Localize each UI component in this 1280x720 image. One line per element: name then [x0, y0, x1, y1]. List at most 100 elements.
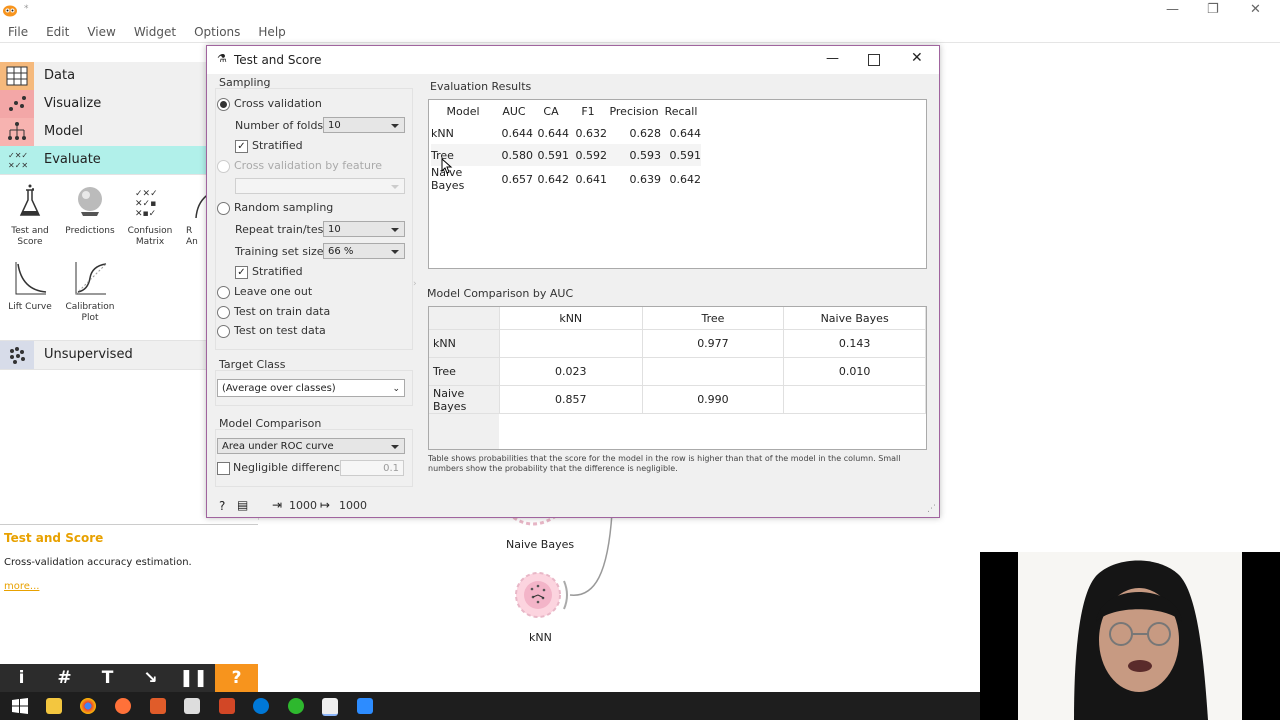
test-on-train-label: Test on train data: [234, 305, 331, 318]
close-icon[interactable]: ✕: [911, 50, 923, 66]
test-on-test-radio[interactable]: [217, 325, 230, 338]
evaluate-grid-icon: ✓✕✓ ✕✓✕: [0, 146, 34, 174]
table-row[interactable]: Tree 0.580 0.591 0.592 0.593 0.591: [431, 144, 701, 166]
evaluation-results-table[interactable]: Model AUC CA F1 Precision Recall kNN 0.6…: [428, 99, 927, 269]
help-icon[interactable]: ?: [219, 499, 225, 513]
scatter-icon: [0, 90, 34, 118]
folds-select[interactable]: 10: [323, 117, 405, 133]
knn-widget-icon: [515, 572, 568, 618]
auc-value: 0.580: [501, 148, 534, 162]
menu-view[interactable]: View: [87, 22, 115, 42]
tool-confusion-matrix[interactable]: ✓✕✓ ✕✓▪ ✕▪✓ Confusion Matrix: [120, 184, 180, 248]
table-row[interactable]: Naive Bayes 0.857 0.990: [429, 385, 926, 414]
column-header-tree: Tree: [642, 307, 785, 330]
negligible-checkbox[interactable]: [217, 462, 230, 475]
menu-widget[interactable]: Widget: [134, 22, 176, 42]
minimize-icon[interactable]: —: [1166, 2, 1179, 17]
evaluation-table: Model AUC CA F1 Precision Recall kNN 0.6…: [431, 100, 701, 192]
target-class-select[interactable]: (Average over classes) ⌄: [217, 379, 405, 397]
report-icon[interactable]: ▤: [237, 498, 248, 512]
chevron-down-icon: ⌄: [392, 384, 400, 394]
column-header-model[interactable]: Model: [431, 100, 495, 122]
edge-icon[interactable]: [253, 698, 269, 714]
comparison-cell: 0.977: [642, 329, 785, 358]
restore-icon[interactable]: ❐: [1207, 2, 1219, 17]
lift-curve-icon: [15, 262, 47, 295]
close-icon[interactable]: ✕: [1250, 2, 1261, 17]
app-icon[interactable]: [150, 698, 166, 714]
document-icon[interactable]: [322, 698, 338, 716]
cross-validation-radio[interactable]: [217, 98, 230, 111]
flask-icon: [19, 184, 41, 216]
splitter-handle-icon[interactable]: ›: [413, 279, 417, 289]
feature-select[interactable]: [235, 178, 405, 194]
comparison-metric-select[interactable]: Area under ROC curve: [217, 438, 405, 454]
firefox-icon[interactable]: [115, 698, 131, 714]
help-more-link[interactable]: more...: [4, 581, 39, 592]
column-header-ca[interactable]: CA: [533, 100, 569, 122]
output-icon: ↦: [320, 498, 331, 512]
knn-node[interactable]: [512, 571, 568, 619]
grid-icon[interactable]: #: [43, 664, 86, 692]
random-sampling-radio[interactable]: [217, 202, 230, 215]
stratified-checkbox[interactable]: ✓: [235, 140, 248, 153]
svg-text:✓✕✓: ✓✕✓: [8, 151, 28, 160]
maximize-icon[interactable]: [868, 54, 880, 66]
column-header-f1[interactable]: F1: [569, 100, 607, 122]
text-annotation-icon[interactable]: T: [86, 664, 129, 692]
comparison-table-box[interactable]: kNN Tree Naive Bayes kNN 0.977 0.143 Tre…: [428, 306, 927, 450]
resize-grip-icon[interactable]: ⋰: [927, 504, 936, 514]
comparison-cell: [642, 357, 785, 386]
table-row[interactable]: Naive Bayes 0.657 0.642 0.641 0.639 0.64…: [431, 166, 701, 192]
comparison-cell: 0.990: [642, 385, 785, 414]
menu-edit[interactable]: Edit: [46, 22, 69, 42]
tool-predictions[interactable]: Predictions: [60, 184, 120, 237]
column-header-auc[interactable]: AUC: [495, 100, 533, 122]
dialog-title: Test and Score: [234, 53, 322, 67]
table-row[interactable]: kNN 0.644 0.644 0.632 0.628 0.644: [431, 122, 701, 144]
chevron-down-icon: [391, 228, 399, 232]
recorder-icon[interactable]: [357, 698, 373, 714]
help-icon[interactable]: ?: [215, 664, 258, 692]
svg-text:✕✓✕: ✕✓✕: [8, 161, 28, 170]
menu-file[interactable]: File: [8, 22, 28, 42]
node-knn-label[interactable]: kNN: [529, 631, 552, 644]
column-header-recall[interactable]: Recall: [661, 100, 701, 122]
tool-lift-curve[interactable]: Lift Curve: [0, 260, 60, 313]
column-header-precision[interactable]: Precision: [607, 100, 661, 122]
test-on-train-radio[interactable]: [217, 306, 230, 319]
leave-one-out-radio[interactable]: [217, 286, 230, 299]
menu-help[interactable]: Help: [258, 22, 285, 42]
comparison-cell: 0.023: [498, 357, 643, 386]
tool-test-and-score[interactable]: Test and Score: [0, 184, 60, 248]
windows-start-icon[interactable]: [12, 698, 28, 714]
table-row[interactable]: Tree 0.023 0.010: [429, 357, 926, 386]
info-icon[interactable]: i: [0, 664, 43, 692]
arrow-annotation-icon[interactable]: ↘: [129, 664, 172, 692]
table-row[interactable]: kNN 0.977 0.143: [429, 329, 926, 358]
chrome-icon[interactable]: [80, 698, 96, 714]
stratified-random-checkbox[interactable]: ✓: [235, 266, 248, 279]
tool-calibration-plot[interactable]: Calibration Plot: [60, 260, 120, 324]
canvas-toolbar: i # T ↘ ❚❚ ?: [0, 664, 258, 692]
training-size-select[interactable]: 66 %: [323, 243, 405, 259]
powerpoint-icon[interactable]: [219, 698, 235, 714]
node-naive-bayes-label[interactable]: Naive Bayes: [506, 538, 574, 551]
column-header-knn: kNN: [498, 307, 643, 330]
dialog-titlebar: ⚗ Test and Score — ✕: [207, 46, 939, 74]
negligible-input[interactable]: 0.1: [340, 460, 404, 476]
column-header-naive-bayes: Naive Bayes: [783, 307, 926, 330]
file-explorer-icon[interactable]: [46, 698, 62, 714]
minimize-icon[interactable]: —: [826, 51, 839, 66]
orange-app-icon[interactable]: [288, 698, 304, 714]
recall-value: 0.591: [669, 148, 702, 162]
store-icon[interactable]: [184, 698, 200, 714]
tree-icon: [0, 118, 34, 146]
random-sampling-label: Random sampling: [234, 201, 334, 214]
presenter-video-icon: [1074, 560, 1208, 720]
cv-by-feature-radio[interactable]: [217, 160, 230, 173]
tool-roc-analysis[interactable]: R An: [186, 184, 206, 248]
pause-icon[interactable]: ❚❚: [172, 664, 215, 692]
repeat-select[interactable]: 10: [323, 221, 405, 237]
menu-options[interactable]: Options: [194, 22, 240, 42]
